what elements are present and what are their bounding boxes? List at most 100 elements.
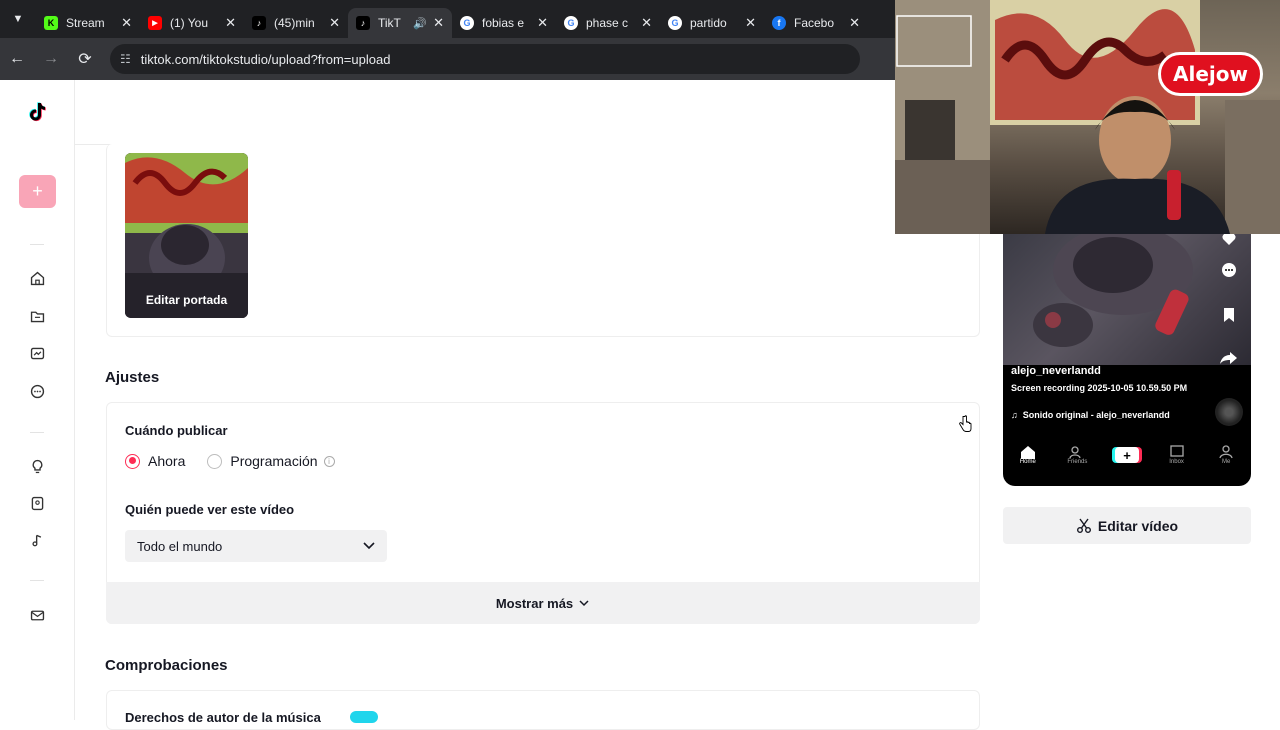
tab-close-icon[interactable]: ✕: [537, 15, 548, 31]
home-icon: [1020, 446, 1035, 459]
browser-tab-label: TikT: [378, 16, 401, 30]
feedback-mail-icon[interactable]: [29, 607, 46, 624]
analytics-icon[interactable]: [29, 345, 46, 362]
preview-caption: Screen recording 2025-10-05 10.59.50 PM: [1011, 383, 1188, 393]
scissors-icon: [1076, 518, 1091, 533]
tab-close-icon[interactable]: ✕: [433, 15, 444, 31]
preview-sound: ♫ Sonido original - alejo_neverlandd: [1011, 410, 1170, 420]
music-note-icon[interactable]: [29, 532, 46, 549]
browser-tab[interactable]: Gphase c ✕: [556, 8, 660, 38]
comment-icon: [1222, 263, 1236, 277]
comments-icon[interactable]: [29, 383, 46, 400]
posts-folder-icon[interactable]: [29, 308, 46, 325]
privacy-select-value: Todo el mundo: [137, 538, 223, 554]
radio-schedule-label[interactable]: Programación: [230, 453, 317, 469]
tab-close-icon[interactable]: ✕: [329, 15, 340, 31]
settings-title: Ajustes: [105, 369, 160, 386]
profile-icon: [1219, 445, 1233, 459]
preview-video[interactable]: [1003, 230, 1251, 365]
webcam-video-frame: [895, 0, 1280, 234]
browser-tab-label: Facebo: [794, 16, 835, 30]
facebook-icon: f: [772, 16, 786, 30]
browser-tab-label: (45)min: [274, 16, 315, 30]
preview-video-frame: [1033, 230, 1193, 347]
sidebar-divider: [30, 244, 44, 245]
browser-tab-label: partido: [690, 16, 727, 30]
preview-nav-label: Me: [1222, 459, 1231, 465]
preview-nav-label: Friends: [1067, 459, 1088, 465]
when-to-post-label: Cuándo publicar: [125, 423, 228, 438]
cover-thumbnail[interactable]: Editar portada: [125, 153, 248, 318]
music-rights-toggle[interactable]: [350, 711, 378, 723]
edit-video-button[interactable]: Editar vídeo: [1003, 507, 1251, 544]
kick-icon: K: [44, 16, 58, 30]
info-icon[interactable]: i: [323, 455, 335, 467]
radio-schedule[interactable]: [207, 453, 223, 469]
streamer-name-badge: Alejow: [1158, 52, 1263, 96]
mobile-preview: alejo_neverlandd Screen recording 2025-1…: [1003, 230, 1251, 486]
forward-icon[interactable]: →: [34, 50, 68, 68]
sound-disc-icon: [1215, 398, 1243, 426]
hand-cursor-icon: [959, 415, 972, 432]
tab-close-icon[interactable]: ✕: [745, 15, 756, 31]
radio-now-label[interactable]: Ahora: [148, 453, 185, 469]
browser-tab[interactable]: ♪ (45)min ✕: [244, 8, 348, 38]
browser-tab[interactable]: f Facebo ✕: [764, 8, 868, 38]
sidebar: +: [0, 80, 75, 720]
checks-title: Comprobaciones: [105, 657, 228, 674]
url-text: tiktok.com/tiktokstudio/upload?from=uplo…: [140, 51, 391, 67]
bookmark-icon: [1224, 308, 1234, 322]
reload-icon[interactable]: ⟳: [68, 49, 102, 69]
tiktok-logo-icon[interactable]: [25, 100, 49, 124]
tab-close-icon[interactable]: ✕: [121, 15, 132, 31]
upload-button[interactable]: +: [19, 175, 56, 208]
tab-audio-icon[interactable]: 🔊: [413, 17, 427, 30]
privacy-select[interactable]: Todo el mundo: [125, 530, 387, 562]
radio-now[interactable]: [125, 453, 140, 469]
preview-nav-create: +: [1107, 447, 1147, 463]
chevron-down-icon: [579, 600, 589, 607]
sidebar-divider: [30, 432, 44, 433]
edit-cover-label: Editar portada: [145, 293, 228, 307]
preview-nav-inbox: Inbox: [1157, 445, 1197, 465]
google-icon: G: [564, 16, 578, 30]
show-more-button[interactable]: Mostrar más: [106, 582, 980, 624]
tab-close-icon[interactable]: ✕: [849, 15, 860, 31]
preview-sound-label: Sonido original - alejo_neverlandd: [1022, 410, 1170, 420]
address-bar[interactable]: ☷ tiktok.com/tiktokstudio/upload?from=up…: [110, 44, 860, 74]
browser-tab[interactable]: K Stream ✕: [36, 8, 140, 38]
tab-search-chevron-icon[interactable]: ▼: [0, 0, 36, 38]
browser-tab-label: fobias e: [482, 16, 525, 30]
back-icon[interactable]: ←: [0, 50, 34, 68]
google-icon: G: [460, 16, 474, 30]
preview-nav-friends: Friends: [1057, 445, 1097, 465]
share-icon: [1220, 352, 1237, 364]
show-more-label: Mostrar más: [495, 595, 574, 611]
create-plus-icon: +: [1114, 447, 1139, 463]
preview-nav-me: Me: [1206, 445, 1246, 465]
tiktok-icon: ♪: [356, 16, 370, 30]
browser-tab-label: (1) You: [170, 16, 209, 30]
preview-nav-home: Home: [1008, 445, 1048, 465]
music-rights-label: Derechos de autor de la música: [125, 710, 321, 725]
preview-bottom-nav: Home Friends + Inbox Me: [1003, 435, 1251, 475]
academy-book-icon[interactable]: [29, 495, 46, 512]
preview-nav-label: Inbox: [1169, 459, 1184, 465]
streamer-name: Alejow: [1173, 62, 1248, 86]
preview-username: alejo_neverlandd: [1011, 365, 1101, 377]
site-settings-icon[interactable]: ☷: [120, 52, 131, 66]
browser-tab[interactable]: ♪ TikT 🔊 ✕: [348, 8, 452, 38]
preview-nav-label: Home: [1019, 459, 1036, 465]
browser-tab[interactable]: Gfobias e ✕: [452, 8, 556, 38]
home-icon[interactable]: [29, 270, 46, 287]
google-icon: G: [668, 16, 682, 30]
webcam-overlay: [895, 0, 1280, 234]
browser-tab[interactable]: Gpartido ✕: [660, 8, 764, 38]
tab-close-icon[interactable]: ✕: [225, 15, 236, 31]
tiktok-icon: ♪: [252, 16, 266, 30]
browser-tab[interactable]: ▶ (1) You ✕: [140, 8, 244, 38]
tab-close-icon[interactable]: ✕: [641, 15, 652, 31]
browser-tab-label: phase c: [586, 16, 629, 30]
sidebar-divider: [30, 580, 44, 581]
inspiration-bulb-icon[interactable]: [29, 458, 46, 475]
